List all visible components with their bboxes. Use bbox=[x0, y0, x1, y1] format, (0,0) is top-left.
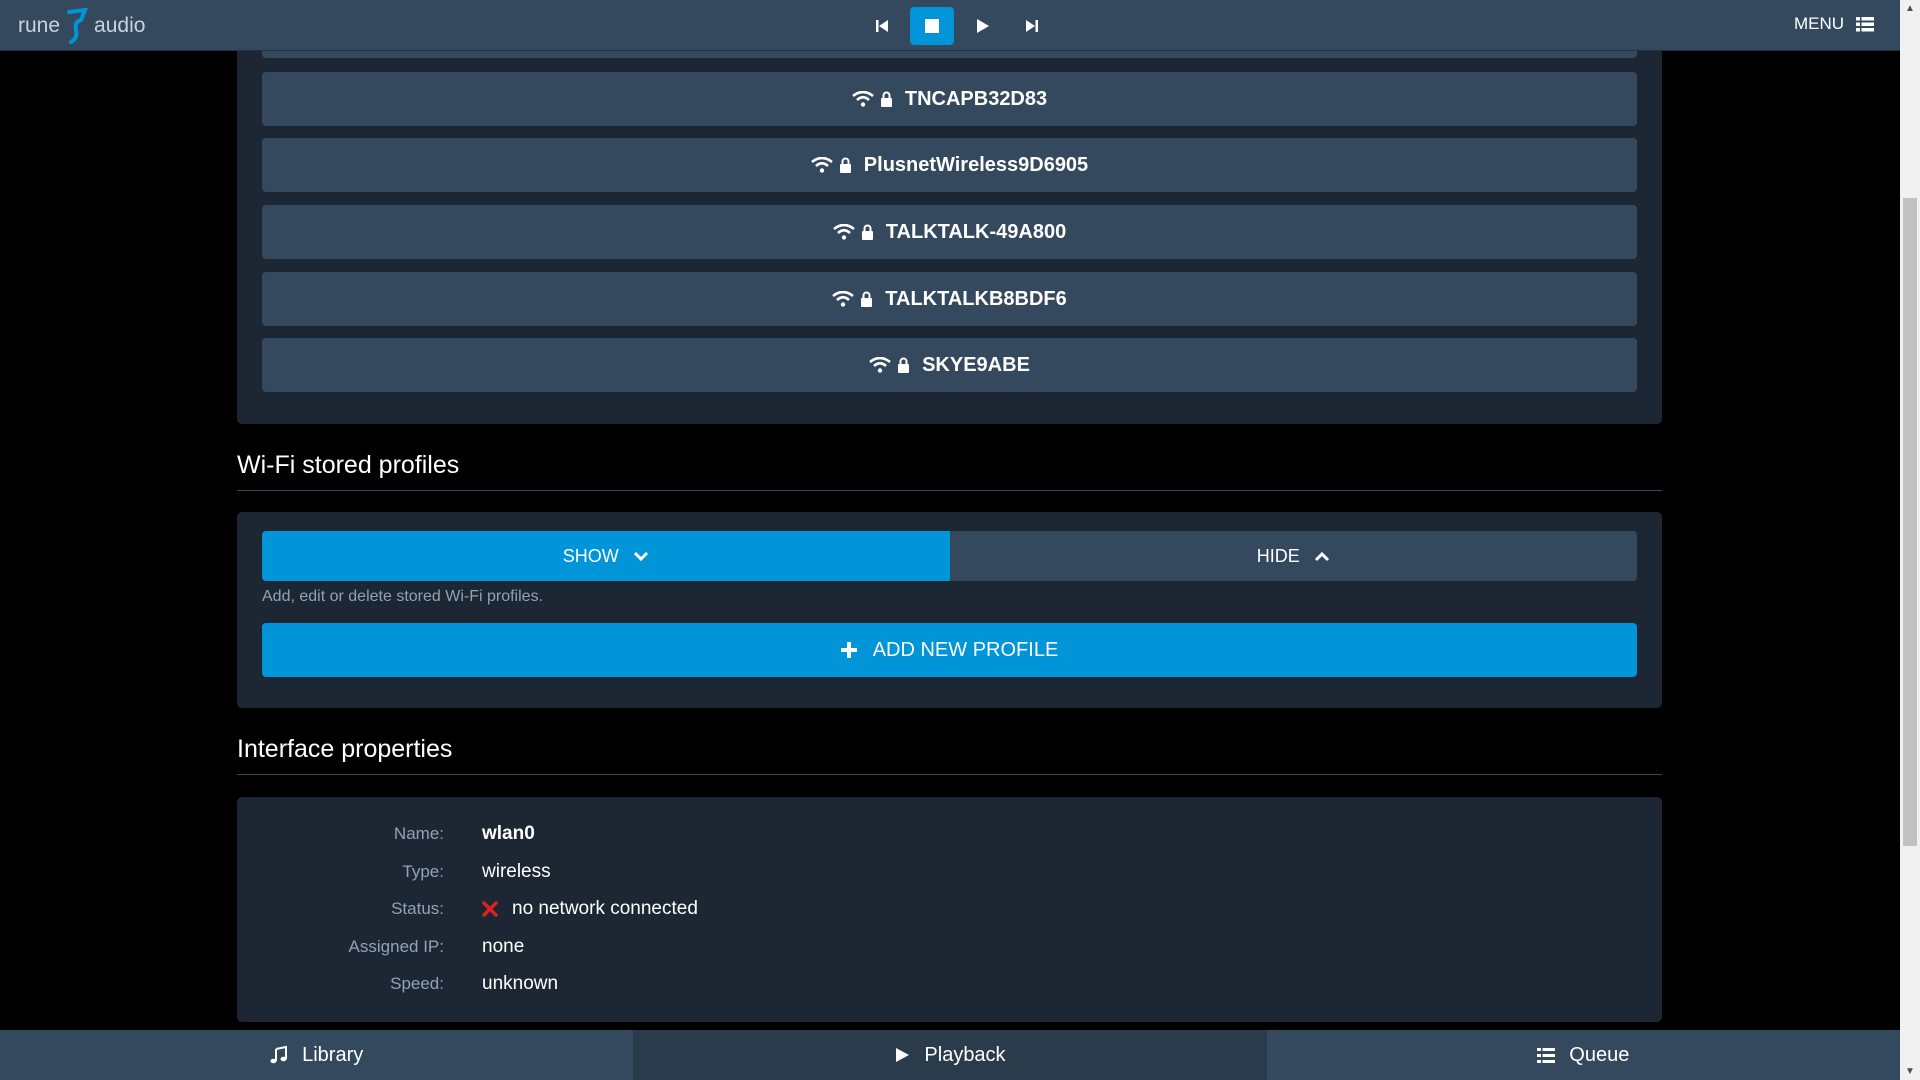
logo-text-right: audio bbox=[94, 14, 146, 37]
music-note-icon bbox=[270, 1046, 288, 1064]
prop-label: Speed: bbox=[390, 974, 444, 993]
stop-button[interactable] bbox=[910, 7, 954, 45]
prop-value-status: no network connected bbox=[482, 898, 698, 920]
list-icon bbox=[1537, 1047, 1556, 1063]
transport-controls bbox=[860, 7, 1054, 45]
stop-icon bbox=[925, 19, 939, 33]
chevron-up-icon bbox=[1314, 551, 1329, 561]
tab-playback-label: Playback bbox=[924, 1043, 1006, 1066]
wifi-network-item[interactable]: PlusnetWireless9D6905 bbox=[262, 138, 1637, 192]
play-icon bbox=[977, 19, 989, 33]
wifi-ssid: TALKTALK-49A800 bbox=[885, 220, 1067, 243]
hide-label: HIDE bbox=[1256, 545, 1300, 566]
page-scrollbar[interactable]: ▲ ▼ bbox=[1900, 0, 1920, 1080]
main-menu-button[interactable]: MENU bbox=[1794, 14, 1874, 34]
scrollbar-thumb[interactable] bbox=[1903, 198, 1917, 846]
prop-row-speed: Speed: unknown bbox=[262, 969, 1162, 999]
play-button[interactable] bbox=[960, 7, 1004, 45]
tab-library-label: Library bbox=[302, 1043, 364, 1066]
menu-list-icon bbox=[1856, 16, 1874, 31]
wifi-ssid: TALKTALKB8BDF6 bbox=[885, 287, 1067, 310]
prop-label: Name: bbox=[393, 824, 444, 843]
prop-row-ip: Assigned IP: none bbox=[262, 932, 1162, 962]
status-text: no network connected bbox=[512, 898, 698, 919]
scroll-up-icon[interactable]: ▲ bbox=[1900, 0, 1920, 17]
prop-row-type: Type: wireless bbox=[262, 857, 1162, 887]
wifi-icon bbox=[852, 91, 874, 107]
wifi-ssid: PlusnetWireless9D6905 bbox=[863, 153, 1089, 176]
wifi-ssid: TNCAPB32D83 bbox=[904, 87, 1048, 110]
tab-playback[interactable]: Playback bbox=[633, 1030, 1267, 1080]
chevron-down-icon bbox=[633, 551, 648, 561]
bottom-nav: Library Playback Queue bbox=[0, 1030, 1900, 1080]
prop-row-name: Name: wlan0 bbox=[262, 819, 1162, 849]
wifi-network-item[interactable]: SKYE9ABE bbox=[262, 338, 1637, 392]
lock-icon bbox=[898, 357, 910, 373]
plus-icon bbox=[840, 642, 857, 658]
lock-icon bbox=[880, 91, 892, 107]
wifi-icon bbox=[832, 224, 855, 240]
wifi-icon bbox=[832, 291, 855, 307]
play-icon bbox=[896, 1048, 910, 1062]
rune-logo-icon bbox=[67, 8, 88, 44]
error-x-icon bbox=[482, 901, 498, 917]
wifi-icon bbox=[810, 157, 833, 173]
wifi-ssid: SKYE9ABE bbox=[922, 353, 1030, 376]
next-button[interactable] bbox=[1010, 7, 1054, 45]
app-logo[interactable]: rune audio bbox=[18, 8, 145, 44]
hide-profiles-button[interactable]: HIDE bbox=[949, 531, 1637, 581]
menu-label: MENU bbox=[1793, 14, 1844, 33]
profiles-help-text: Add, edit or delete stored Wi-Fi profile… bbox=[262, 588, 544, 605]
prop-value-name: wlan0 bbox=[482, 823, 535, 844]
tab-library[interactable]: Library bbox=[0, 1030, 634, 1080]
top-bar: rune audio MENU bbox=[0, 0, 1900, 51]
lock-icon bbox=[861, 291, 873, 307]
prop-label: Type: bbox=[402, 862, 444, 881]
show-label: SHOW bbox=[562, 545, 619, 566]
next-icon bbox=[1026, 20, 1038, 32]
scroll-down-icon[interactable]: ▼ bbox=[1900, 1063, 1920, 1080]
content-area: TNCAPB32D83 PlusnetWireless9D6905 TALKTA… bbox=[0, 0, 1900, 1080]
logo-text-left: rune bbox=[18, 14, 61, 37]
prop-value-type: wireless bbox=[482, 861, 551, 882]
tab-queue[interactable]: Queue bbox=[1266, 1030, 1900, 1080]
interface-properties-title: Interface properties bbox=[237, 735, 1662, 775]
tab-queue-label: Queue bbox=[1569, 1043, 1630, 1066]
wifi-icon bbox=[869, 357, 891, 373]
add-profile-label: ADD NEW PROFILE bbox=[872, 638, 1059, 661]
add-new-profile-button[interactable]: ADD NEW PROFILE bbox=[262, 623, 1637, 677]
prop-label: Assigned IP: bbox=[348, 937, 444, 956]
previous-button[interactable] bbox=[860, 7, 904, 45]
wifi-network-item[interactable]: TALKTALK-49A800 bbox=[262, 205, 1637, 259]
wifi-network-item[interactable]: TNCAPB32D83 bbox=[262, 72, 1637, 126]
wifi-network-item[interactable]: TALKTALKB8BDF6 bbox=[262, 272, 1637, 326]
prop-row-status: Status: no network connected bbox=[262, 894, 1162, 924]
show-profiles-button[interactable]: SHOW bbox=[262, 531, 950, 581]
lock-icon bbox=[839, 157, 851, 173]
profiles-toggle: SHOW HIDE bbox=[262, 531, 1637, 581]
stored-profiles-title: Wi-Fi stored profiles bbox=[237, 451, 1662, 491]
prop-value-speed: unknown bbox=[482, 973, 559, 994]
prop-label: Status: bbox=[391, 899, 444, 918]
previous-icon bbox=[876, 20, 888, 32]
prop-value-ip: none bbox=[482, 936, 525, 957]
lock-icon bbox=[861, 224, 873, 240]
